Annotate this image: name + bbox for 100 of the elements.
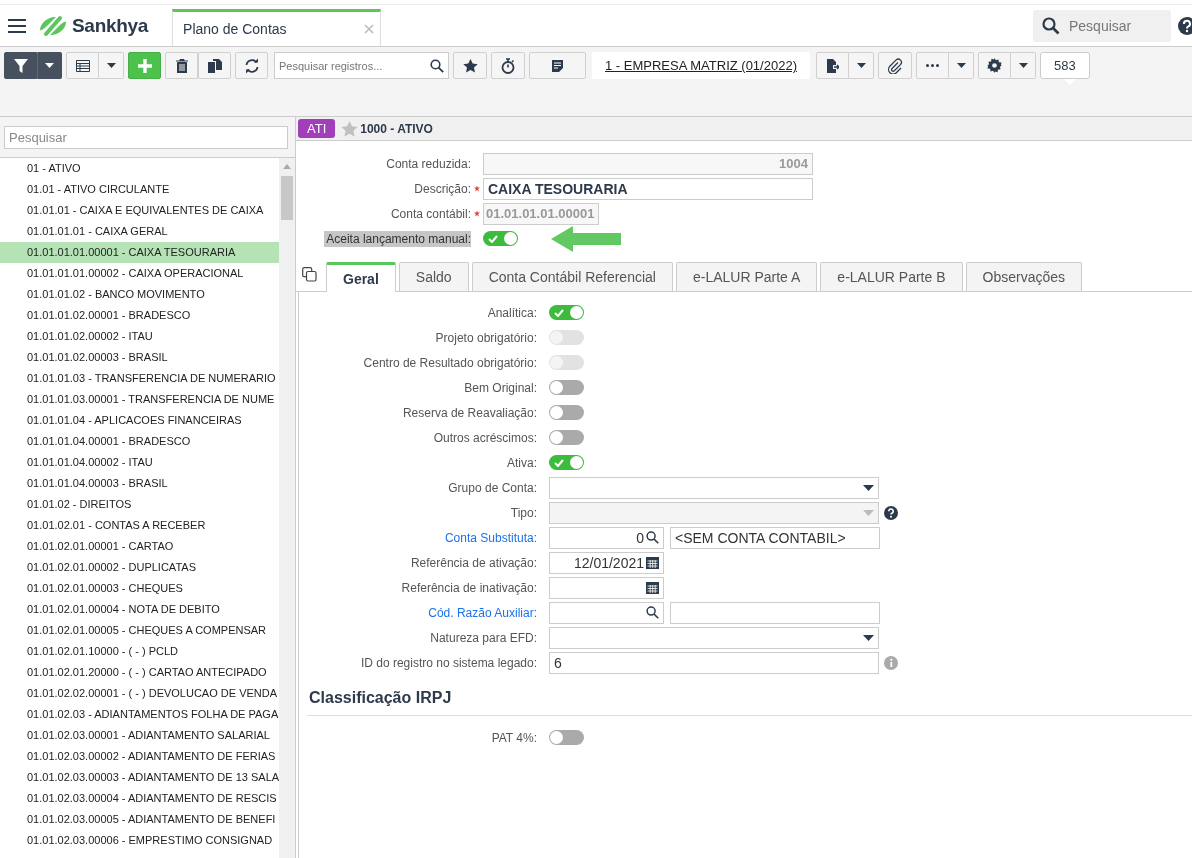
record-count: 583 (1040, 52, 1090, 79)
tree-item[interactable]: 01.01.01.04.00002 - ITAU (0, 452, 279, 473)
field-label: Conta reduzida: (386, 156, 471, 171)
tree-item[interactable]: 01.01.02.01.00004 - NOTA DE DEBITO (0, 599, 279, 620)
tab[interactable]: Saldo (398, 262, 469, 291)
tab[interactable]: e-LALUR Parte A (675, 262, 818, 291)
toggle-switch[interactable] (549, 455, 584, 470)
field-label: ID do registro no sistema legado: (359, 655, 538, 670)
toggle-switch[interactable] (549, 730, 584, 745)
dropdown-field[interactable] (549, 476, 879, 499)
search-icon (430, 59, 444, 73)
grid-view-button[interactable] (66, 52, 99, 79)
search-icon[interactable] (646, 606, 659, 619)
tree-item[interactable]: 01.01.01.03 - TRANSFERENCIA DE NUMERARIO (0, 368, 279, 389)
field-label: PAT 4%: (490, 730, 538, 745)
tree-item[interactable]: 01.01.01.04.00001 - BRADESCO (0, 431, 279, 452)
date-field[interactable]: 12/01/2021 (549, 551, 664, 574)
tree-item[interactable]: 01.01.02.01.00005 - CHEQUES A COMPENSAR (0, 620, 279, 641)
field-link[interactable]: Conta Substituta: (299, 530, 549, 545)
timer-button[interactable] (491, 52, 525, 79)
tree-item[interactable]: 01.01.01.02.00002 - ITAU (0, 326, 279, 347)
settings-icon (987, 58, 1002, 73)
help-icon[interactable] (1177, 15, 1192, 36)
tree-item[interactable]: 01.01.02.03.00001 - ADIANTAMENTO SALARIAL (0, 725, 279, 746)
record-search-field[interactable]: Pesquisar registros... (274, 52, 449, 79)
tree-item[interactable]: 01.01.01.04 - APLICACOES FINANCEIRAS (0, 410, 279, 431)
tree-item[interactable]: 01.01 - ATIVO CIRCULANTE (0, 179, 279, 200)
tree-item[interactable]: 01.01.02.01.20000 - ( - ) CARTAO ANTECIPADO (0, 662, 279, 683)
tree-item[interactable]: 01.01.02.03.00006 - EMPRESTIMO CONSIGNAD (0, 830, 279, 851)
company-link[interactable]: 1 - EMPRESA MATRIZ (01/2022) (592, 52, 810, 79)
tree-item[interactable]: 01.01.01.02 - BANCO MOVIMENTO (0, 284, 279, 305)
tree-item[interactable]: 01.01.02.01.00003 - CHEQUES (0, 578, 279, 599)
date-field[interactable] (549, 576, 664, 599)
tree-item[interactable]: 01.01.02.03.00005 - ADIANTAMENTO DE BENEFI (0, 809, 279, 830)
tree-item[interactable]: 01.01.01.01 - CAIXA GERAL (0, 221, 279, 242)
tree-item[interactable]: 01.01.02 - DIREITOS (0, 494, 279, 515)
tab[interactable]: e-LALUR Parte B (820, 262, 963, 291)
tree-item[interactable]: 01.01.01.01.00002 - CAIXA OPERACIONAL (0, 263, 279, 284)
dropdown-button[interactable] (37, 52, 62, 79)
tab[interactable]: Conta Contábil Referencial (471, 262, 673, 291)
record-badge: ATI (298, 119, 336, 138)
toggle-switch[interactable] (549, 380, 584, 395)
text-field[interactable]: 6 (549, 651, 879, 674)
tree-item[interactable]: 01.01.02.01.00001 - CARTAO (0, 536, 279, 557)
tree-item[interactable]: 01.01.01.04.00003 - BRASIL (0, 473, 279, 494)
scrollbar-thumb[interactable] (281, 176, 293, 220)
tree-item[interactable]: 01.01.02.03.00004 - ADIANTAMENTO DE RESCIS (0, 788, 279, 809)
settings-button[interactable] (978, 52, 1011, 79)
caret-icon (863, 634, 874, 641)
lookup-field[interactable]: 0 (549, 526, 664, 549)
tab[interactable]: Observações (965, 262, 1082, 291)
field-label: Reserva de Reavaliação: (401, 405, 538, 420)
copy-icon[interactable] (302, 267, 317, 282)
field-label: Tipo: (509, 505, 538, 520)
stopwatch-icon (501, 57, 515, 74)
tab[interactable]: Geral (326, 262, 396, 292)
export-button[interactable] (816, 52, 849, 79)
filter-button[interactable] (4, 52, 37, 79)
tree-item[interactable]: 01.01.02.01.00002 - DUPLICATAS (0, 557, 279, 578)
favorite-button[interactable] (453, 52, 487, 79)
toggle-switch[interactable] (549, 305, 584, 320)
tree-item[interactable]: 01.01.02.03.00003 - ADIANTAMENTO DE 13 SALA (0, 767, 279, 788)
plus-icon (137, 58, 152, 73)
description-field[interactable]: CAIXA TESOURARIA (483, 177, 813, 200)
tree-item[interactable]: 01.01.01.02.00003 - BRASIL (0, 347, 279, 368)
tree-item[interactable]: 01.01.02.01.10000 - ( - ) PCLD (0, 641, 279, 662)
tree-item[interactable]: 01.01.01.01.00001 - CAIXA TESOURARIA (0, 242, 279, 263)
tree-search-field[interactable]: Pesquisar (4, 125, 288, 149)
duplicate-button[interactable] (198, 52, 231, 79)
toggle-switch[interactable] (549, 430, 584, 445)
field-link[interactable]: Cód. Razão Auxiliar: (299, 605, 549, 620)
calendar-icon[interactable] (646, 556, 659, 569)
tree-item[interactable]: 01.01.01.02.00001 - BRADESCO (0, 305, 279, 326)
field-label: Analítica: (486, 305, 538, 320)
copy-icon (207, 58, 222, 73)
paperclip-icon (887, 57, 903, 74)
calendar-icon[interactable] (646, 581, 659, 594)
menu-icon[interactable] (8, 18, 26, 33)
filter-icon (13, 58, 28, 73)
toggle-switch[interactable] (549, 405, 584, 420)
refresh-button[interactable] (235, 52, 268, 79)
readonly-field: 1004 (483, 152, 813, 175)
tree-item[interactable]: 01.01.02.01 - CONTAS A RECEBER (0, 515, 279, 536)
lookup-field[interactable] (549, 601, 664, 624)
tree-item[interactable]: 01.01.02.03.00002 - ADIANTAMENTO DE FERIAS (0, 746, 279, 767)
star-icon[interactable] (341, 120, 359, 137)
tree-item[interactable]: 01.01.02.02.00001 - ( - ) DEVOLUCAO DE VENDA (0, 683, 279, 704)
search-field[interactable]: Pesquisar (1033, 9, 1171, 42)
field-label: Natureza para EFD: (429, 630, 538, 645)
attach-button[interactable] (878, 52, 912, 79)
tree-item[interactable]: 01.01.02.03 - ADIANTAMENTOS FOLHA DE PAGA (0, 704, 279, 725)
tree-item[interactable]: 01 - ATIVO (0, 158, 279, 179)
search-icon[interactable] (646, 531, 659, 544)
notes-button[interactable] (529, 52, 586, 79)
tree-item[interactable]: 01.01.01.03.00001 - TRANSFERENCIA DE NUME (0, 389, 279, 410)
tree-item[interactable]: 01.01.01 - CAIXA E EQUIVALENTES DE CAIXA (0, 200, 279, 221)
delete-button[interactable] (165, 52, 198, 79)
dropdown-field[interactable] (549, 626, 879, 649)
toggle-switch[interactable] (483, 231, 518, 246)
field-label: Outros acréscimos: (432, 430, 538, 445)
